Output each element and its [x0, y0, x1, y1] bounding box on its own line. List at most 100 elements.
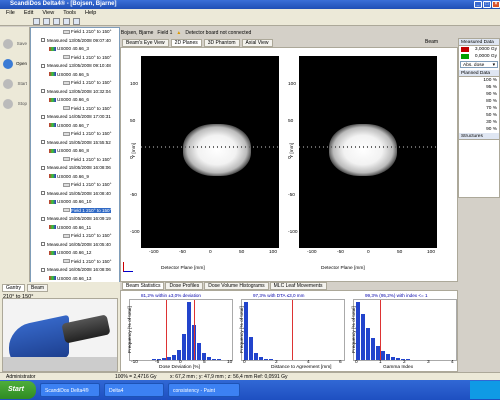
minimize-button[interactable]: _ [474, 1, 482, 8]
maximize-button[interactable]: □ [483, 1, 491, 8]
save-button[interactable]: Save [2, 35, 28, 53]
y-tick-label: -50 [288, 193, 295, 198]
tree-item[interactable]: Field 1 210° to 150° [31, 258, 119, 267]
tree-item[interactable]: US000 40.66_9 [31, 173, 119, 182]
tree-item[interactable]: Measured 15/05/2008 16:08:06 [31, 164, 119, 173]
menu-view[interactable]: View [42, 9, 54, 17]
toolbar-button-4[interactable] [63, 17, 70, 25]
tree-item[interactable]: Measured 15/05/2008 15:55:52 [31, 139, 119, 148]
legend-value: 0,0000 Gy [474, 54, 497, 59]
axis-icon [123, 262, 133, 272]
tree-item[interactable]: Measured 13/05/2008 10:32:04 [31, 88, 119, 97]
histogram-1[interactable] [241, 299, 345, 361]
tab-view-2[interactable]: 3D Phantom [203, 39, 240, 47]
histogram-2[interactable] [353, 299, 457, 361]
isodose-level[interactable]: 100 % [459, 77, 499, 84]
tree-item[interactable]: Field 1 210° to 150° [31, 54, 119, 63]
toolbar-button-2[interactable] [43, 17, 50, 25]
tree-item[interactable]: Field 1 210° to 150° [31, 156, 119, 165]
tab-view-1[interactable]: 2D Planes [170, 39, 202, 47]
tree-item[interactable]: US000 40.66_5 [31, 71, 119, 80]
tree-item[interactable]: Field 1 210° to 150° [31, 105, 119, 114]
isodose-level[interactable]: 80 % [459, 98, 499, 105]
isodose-level[interactable]: 90 % [459, 126, 499, 133]
toolbar-button-3[interactable] [53, 17, 60, 25]
tree-item[interactable]: Measured 13/05/2008 09:07:40 [31, 37, 119, 46]
tree-item[interactable]: US000 40.66_3 [31, 45, 119, 54]
histogram-x-tick: -5 [155, 360, 160, 365]
close-button[interactable]: × [492, 1, 500, 8]
structures-header[interactable]: Structures [459, 133, 499, 140]
plot-left[interactable] [141, 56, 279, 248]
tree-item[interactable]: US000 40.66_6 [31, 96, 119, 105]
tree-item[interactable]: Field 1 210° to 150° [31, 79, 119, 88]
stop-button[interactable]: Stop [2, 95, 28, 113]
toolbar [0, 17, 500, 26]
field-label[interactable]: Field 1 [157, 30, 172, 36]
plot-right[interactable] [299, 56, 437, 248]
tab-stat-2[interactable]: Dose Volume Histograms [204, 282, 269, 290]
tree-item[interactable]: Measured 16/05/2008 16:05:40 [31, 241, 119, 250]
x-tick-label: 50 [239, 250, 245, 255]
gantry-3d-view[interactable] [2, 298, 118, 372]
tree-item[interactable]: US000 40.66_8 [31, 147, 119, 156]
histogram-x-label: Dose Deviation [%] [159, 365, 200, 370]
tree-item[interactable]: US000 40.66_10 [31, 198, 119, 207]
tab-stat-3[interactable]: MLC Leaf Movements [269, 282, 327, 290]
tab-view-3[interactable]: Axial View [241, 39, 273, 47]
tab-view-0[interactable]: Beam's Eye View [122, 39, 169, 47]
task-scandidos[interactable]: ScandiDos Delta4® [40, 383, 100, 397]
tree-item[interactable]: Measured 15/05/2008 16:08:40 [31, 190, 119, 199]
tab-gantry[interactable]: Gantry [2, 284, 26, 292]
isodose-level[interactable]: 30 % [459, 119, 499, 126]
start-button[interactable]: Start [2, 75, 28, 93]
tree-item[interactable]: US000 40.66_7 [31, 122, 119, 131]
expand-icon[interactable] [41, 89, 45, 94]
tab-stat-1[interactable]: Dose Profiles [165, 282, 204, 290]
tree-item[interactable]: Field 1 210° to 150° [31, 181, 119, 190]
open-button[interactable]: Open [2, 55, 28, 73]
tree-item[interactable]: Field 1 210° to 150° [31, 28, 119, 37]
toolbar-button-5[interactable] [73, 17, 80, 25]
expand-icon[interactable] [41, 140, 45, 145]
menu-tools[interactable]: Tools [63, 9, 76, 17]
expand-icon[interactable] [41, 267, 45, 272]
tree-item[interactable]: Measured 15/05/2008 16:09:19 [31, 215, 119, 224]
tree-item-label: Field 1 210° to 150° [71, 258, 112, 264]
task-paint[interactable]: consistency - Paint [168, 383, 240, 397]
window-title: ScandiDos Delta4® - [Bojsen, Bjarne] [10, 1, 117, 7]
tree-item[interactable]: Measured 14/05/2008 17:00:31 [31, 113, 119, 122]
tree-item[interactable]: US000 40.66_11 [31, 224, 119, 233]
task-delta4[interactable]: Delta4 [104, 383, 164, 397]
isodose-level[interactable]: 95 % [459, 84, 499, 91]
menu-edit[interactable]: Edit [24, 9, 33, 17]
histogram-0[interactable] [129, 299, 233, 361]
tree-item-label: Measured 16/05/2008 16:08:06 [47, 267, 111, 272]
tab-beam[interactable]: Beam [27, 284, 49, 292]
menu-help[interactable]: Help [85, 9, 96, 17]
dose-type-select[interactable]: Abs. dose ▾ [460, 61, 498, 68]
tree-item[interactable]: US000 40.66_12 [31, 249, 119, 258]
expand-icon[interactable] [41, 191, 45, 196]
expand-icon[interactable] [41, 242, 45, 247]
expand-icon[interactable] [41, 216, 45, 221]
tree-item[interactable]: Field 1 210° to 150° [31, 207, 119, 216]
expand-icon[interactable] [41, 38, 45, 43]
tree-item[interactable]: Measured 16/05/2008 16:08:06 [31, 266, 119, 275]
tree-item[interactable]: Field 1 210° to 150° [31, 130, 119, 139]
isodose-level[interactable]: 90 % [459, 91, 499, 98]
menu-file[interactable]: File [6, 9, 15, 17]
start-button-os[interactable]: Start [0, 381, 36, 399]
tolerance-line [380, 300, 381, 360]
expand-icon[interactable] [41, 114, 45, 119]
plan-icon [49, 174, 56, 179]
tab-stat-0[interactable]: Beam Statistics [122, 282, 165, 290]
isodose-level[interactable]: 50 % [459, 112, 499, 119]
expand-icon[interactable] [41, 165, 45, 170]
tree-item[interactable]: Field 1 210° to 150° [31, 232, 119, 241]
toolbar-button-1[interactable] [33, 17, 40, 25]
isodose-level[interactable]: 70 % [459, 105, 499, 112]
expand-icon[interactable] [41, 63, 45, 68]
tree-item[interactable]: Measured 13/05/2008 09:10:48 [31, 62, 119, 71]
plan-icon [49, 72, 56, 77]
